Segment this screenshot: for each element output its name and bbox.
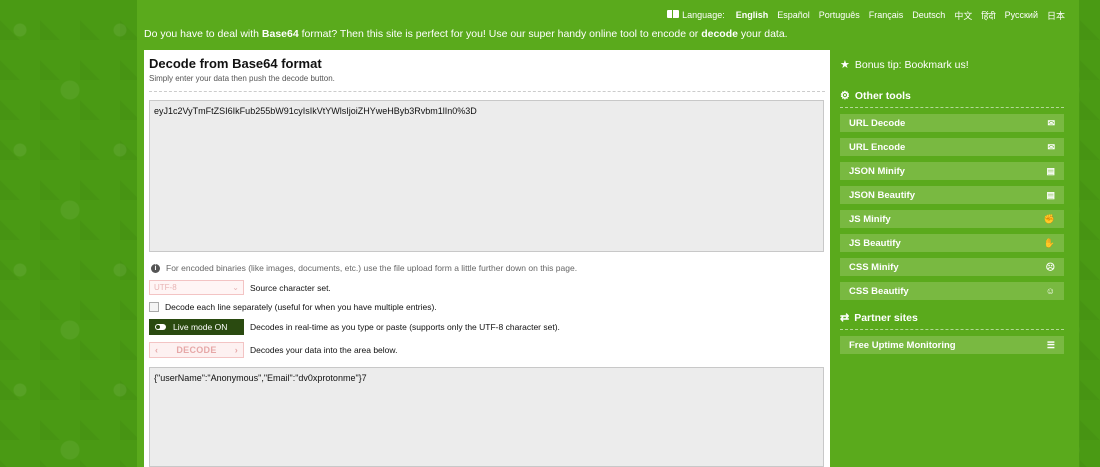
each-line-checkbox[interactable] xyxy=(149,302,159,312)
divider xyxy=(149,91,825,92)
info-note: i For encoded binaries (like images, doc… xyxy=(151,263,825,273)
intro-text: Do you have to deal with Base64 format? … xyxy=(144,28,788,40)
live-mode-desc: Decodes in real-time as you type or past… xyxy=(250,322,560,332)
decode-row: ‹ DECODE › Decodes your data into the ar… xyxy=(149,342,825,358)
language-selector: Language: xyxy=(667,10,727,20)
envelope-icon: ✉ xyxy=(1047,141,1055,152)
input-textarea[interactable]: eyJ1c2VyTmFtZSI6IkFub255bW91cyIsIkVtYWls… xyxy=(149,100,824,252)
info-icon: i xyxy=(151,263,160,273)
output-textarea[interactable]: {"userName":"Anonymous","Email":"dv0xpro… xyxy=(149,367,824,467)
partner-sites-heading: ⇄ Partner sites xyxy=(840,311,1064,330)
tool-url-encode[interactable]: URL Encode ✉ xyxy=(840,138,1064,156)
language-bar: Language: English Español Português Fran… xyxy=(137,0,1079,30)
file-code-icon: ▤ xyxy=(1046,189,1055,200)
language-label: Language: xyxy=(682,10,725,20)
tool-json-minify[interactable]: JSON Minify ▤ xyxy=(840,162,1064,180)
lang-english[interactable]: English xyxy=(736,10,769,20)
lang-espanol[interactable]: Español xyxy=(777,10,810,20)
lang-russian[interactable]: Русский xyxy=(1005,10,1038,20)
decode-button[interactable]: ‹ DECODE › xyxy=(149,342,244,358)
chevron-left-icon: ‹ xyxy=(155,345,159,355)
tool-css-minify[interactable]: CSS Minify ☹ xyxy=(840,258,1064,276)
each-line-row: Decode each line separately (useful for … xyxy=(149,302,825,312)
fist-icon: ✊ xyxy=(1043,213,1055,224)
tool-json-beautify[interactable]: JSON Beautify ▤ xyxy=(840,186,1064,204)
tool-js-minify[interactable]: JS Minify ✊ xyxy=(840,210,1064,228)
chevron-down-icon: ⌄ xyxy=(232,283,239,292)
smile-face-icon: ☺ xyxy=(1045,286,1055,296)
sidebar: ★ Bonus tip: Bookmark us! ⚙ Other tools … xyxy=(840,50,1064,354)
bonus-tip: ★ Bonus tip: Bookmark us! xyxy=(840,58,969,72)
lang-japanese[interactable]: 日本 xyxy=(1047,9,1065,22)
shuffle-icon: ⇄ xyxy=(840,312,850,324)
tool-url-decode[interactable]: URL Decode ✉ xyxy=(840,114,1064,132)
chevron-right-icon: › xyxy=(234,345,238,355)
file-icon: ▤ xyxy=(1046,165,1055,176)
each-line-label: Decode each line separately (useful for … xyxy=(165,302,437,312)
tool-css-beautify[interactable]: CSS Beautify ☺ xyxy=(840,282,1064,300)
main-panel: Decode from Base64 format Simply enter y… xyxy=(144,50,830,467)
hand-icon: ✋ xyxy=(1043,237,1055,248)
live-mode-toggle[interactable]: Live mode ON xyxy=(149,319,244,335)
envelope-open-icon: ✉ xyxy=(1047,117,1055,128)
charset-row: UTF-8 ⌄ Source character set. xyxy=(149,280,825,295)
meh-face-icon: ☹ xyxy=(1045,261,1055,272)
lang-francais[interactable]: Français xyxy=(869,10,904,20)
star-icon: ★ xyxy=(840,59,850,71)
gear-icon: ⚙ xyxy=(840,90,850,102)
partner-free-uptime-monitoring[interactable]: Free Uptime Monitoring ☰ xyxy=(840,336,1064,354)
menu-icon: ☰ xyxy=(1046,339,1055,350)
toggle-switch-icon xyxy=(155,324,166,330)
other-tools-heading: ⚙ Other tools xyxy=(840,89,1064,108)
lang-deutsch[interactable]: Deutsch xyxy=(912,10,945,20)
charset-select[interactable]: UTF-8 ⌄ xyxy=(149,280,244,295)
live-mode-row: Live mode ON Decodes in real-time as you… xyxy=(149,319,825,335)
lang-chinese[interactable]: 中文 xyxy=(954,9,972,22)
language-icon xyxy=(667,10,680,18)
lang-portugues[interactable]: Português xyxy=(819,10,860,20)
page-title: Decode from Base64 format xyxy=(149,56,322,71)
charset-label: Source character set. xyxy=(250,282,331,293)
tool-js-beautify[interactable]: JS Beautify ✋ xyxy=(840,234,1064,252)
decode-desc: Decodes your data into the area below. xyxy=(250,345,398,355)
lang-hindi[interactable]: हिंदी xyxy=(981,9,995,22)
page-subtitle: Simply enter your data then push the dec… xyxy=(149,74,335,83)
